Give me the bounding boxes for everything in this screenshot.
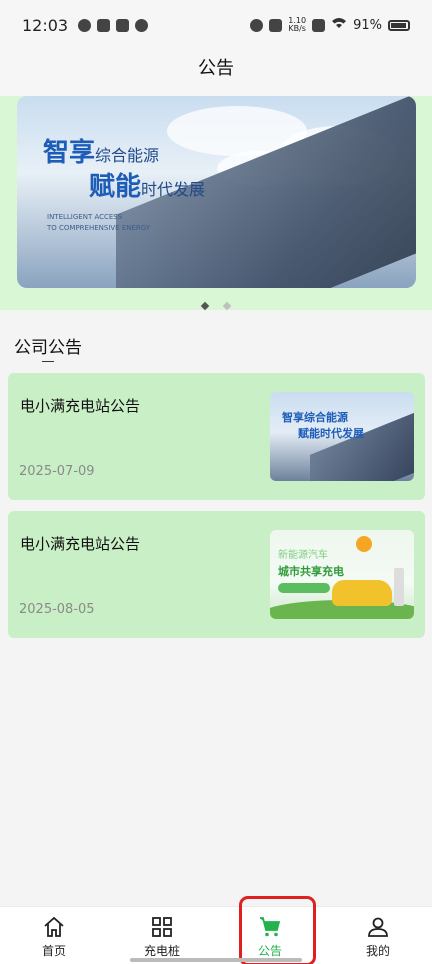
page-header: 公告 xyxy=(0,50,432,96)
carousel-dot[interactable] xyxy=(222,301,231,311)
banner-headline-1: 智享综合能源 xyxy=(43,132,159,169)
announcement-card[interactable]: 电小满充电站公告 2025-07-09 智享综合能源 赋能时代发展 xyxy=(8,373,425,500)
battery-percent: 91% xyxy=(353,17,382,33)
tab-charging[interactable]: 充电桩 xyxy=(108,907,216,964)
thumbnail-line-1: 新能源汽车 xyxy=(278,550,328,561)
announcement-thumbnail: 智享综合能源 赋能时代发展 xyxy=(270,392,414,481)
user-icon xyxy=(368,917,388,937)
thumbnail-pill xyxy=(278,583,330,593)
tab-home-label: 首页 xyxy=(41,944,66,958)
thumbnail-line-1: 智享综合能源 xyxy=(282,411,348,424)
banner-line2-big: 赋能 xyxy=(89,172,142,202)
tab-profile-label: 我的 xyxy=(365,944,390,958)
sun-shape xyxy=(356,536,372,552)
home-indicator[interactable] xyxy=(130,958,302,962)
banner-subtitle-2: TO COMPREHENSIVE ENERGY xyxy=(47,224,151,232)
status-bar: 12:03 1.10 KB/s 91% xyxy=(0,0,432,50)
carousel-dot-active[interactable] xyxy=(201,301,210,311)
battery-icon xyxy=(388,19,410,31)
banner-line1-big: 智享 xyxy=(43,138,96,168)
announcement-thumbnail: 新能源汽车 城市共享充电 xyxy=(270,530,414,619)
status-time: 12:03 xyxy=(22,15,69,35)
banner-subtitle: INTELLIGENT ACCESS TO COMPREHENSIVE ENER… xyxy=(47,212,150,234)
announcement-date: 2025-07-09 xyxy=(19,464,95,479)
bottom-tab-bar: 首页 充电桩 公告 我的 xyxy=(0,906,432,964)
banner-carousel[interactable]: 智享综合能源 赋能时代发展 INTELLIGENT ACCESS TO COMP… xyxy=(17,96,416,288)
banner-line1-small: 综合能源 xyxy=(95,146,160,165)
page-title: 公告 xyxy=(198,58,234,79)
tab-home[interactable]: 首页 xyxy=(0,907,108,964)
network-speed-unit: KB/s xyxy=(288,24,306,33)
tab-profile[interactable]: 我的 xyxy=(324,907,432,964)
banner-area: 智享综合能源 赋能时代发展 INTELLIGENT ACCESS TO COMP… xyxy=(0,96,432,313)
car-shape xyxy=(332,580,392,606)
play-icon xyxy=(116,18,130,32)
section-underline xyxy=(42,361,54,362)
wechat-icon xyxy=(135,18,149,32)
status-left: 12:03 xyxy=(22,15,149,35)
vibrate-icon xyxy=(269,18,283,32)
no-sim-icon xyxy=(312,18,326,32)
section-title: 公司公告 xyxy=(14,338,82,358)
active-tab-highlight xyxy=(239,896,316,964)
announcement-date: 2025-08-05 xyxy=(19,602,95,617)
home-icon xyxy=(44,916,64,937)
tab-charging-label: 充电桩 xyxy=(143,944,180,958)
carousel-dots xyxy=(0,294,432,313)
thumbnail-line-2: 赋能时代发展 xyxy=(298,427,364,440)
network-speed: 1.10 KB/s xyxy=(288,17,306,33)
banner-line2-small: 时代发展 xyxy=(141,180,206,199)
announcement-title: 电小满充电站公告 xyxy=(20,397,141,415)
location-icon xyxy=(250,18,264,32)
sync-icon xyxy=(78,18,92,32)
thumbnail-line-2: 城市共享充电 xyxy=(278,565,344,578)
banner-subtitle-1: INTELLIGENT ACCESS xyxy=(47,213,123,221)
wifi-icon xyxy=(331,16,347,34)
mail-icon xyxy=(97,18,111,32)
status-right: 1.10 KB/s 91% xyxy=(250,16,410,34)
grid-icon xyxy=(152,917,172,937)
charger-shape xyxy=(394,568,404,606)
announcement-title: 电小满充电站公告 xyxy=(20,535,141,553)
banner-headline-2: 赋能时代发展 xyxy=(89,166,205,203)
announcement-card[interactable]: 电小满充电站公告 2025-08-05 新能源汽车 城市共享充电 xyxy=(8,511,425,638)
